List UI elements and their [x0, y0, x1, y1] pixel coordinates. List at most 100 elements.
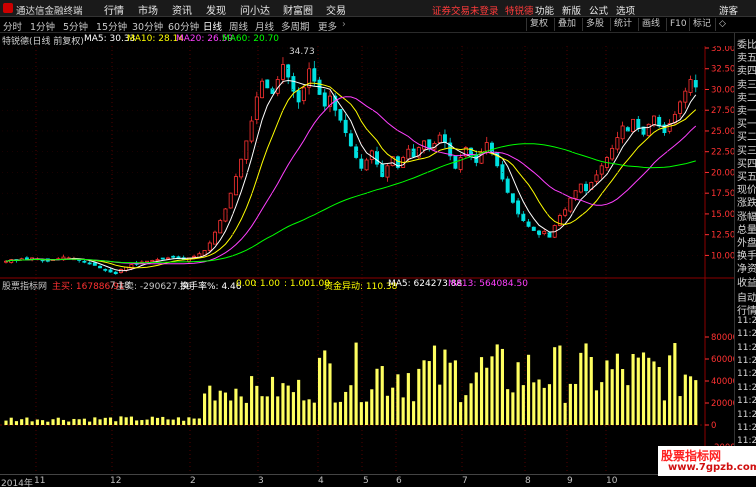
date-label: 2014年 [1, 479, 33, 487]
candle-body [526, 221, 531, 227]
period-weekly[interactable]: 周线 [229, 19, 248, 33]
volume-bar [668, 355, 672, 425]
volume-bars [4, 342, 698, 425]
ma60-value: MA60: 20.70 [222, 34, 280, 44]
date-label: 4 [318, 476, 324, 486]
price-info-bar: 特锐德(日线 前复权) MA5: 30.33 MA10: 28.14 MA20:… [0, 33, 705, 47]
draw-line-button[interactable]: 画线 [638, 18, 663, 31]
price-tick-label: 17.50 [711, 189, 734, 199]
login-warning[interactable]: 证券交易未登录 [432, 3, 499, 17]
menu-item-markets[interactable]: 市场 [138, 2, 158, 17]
date-label: 10 [606, 476, 618, 486]
menu-item-news[interactable]: 资讯 [172, 2, 192, 17]
candle-body [563, 209, 568, 216]
period-1min[interactable]: 1分钟 [30, 19, 55, 33]
volume-bar [647, 357, 651, 425]
menu-item-discover[interactable]: 发现 [206, 2, 226, 17]
date-label: 3 [258, 476, 264, 486]
stats-button[interactable]: 统计 [610, 18, 635, 31]
volume-bar [234, 388, 238, 425]
volume-axis: 800006000040000200000-20000 [705, 333, 734, 453]
volume-bar [51, 419, 55, 425]
volume-bar [474, 372, 478, 425]
adjust-button[interactable]: 复权 [526, 18, 551, 31]
menu-item-function[interactable]: 功能 [535, 3, 554, 17]
menu-item-new[interactable]: 新版 [562, 3, 581, 17]
volume-bar [20, 419, 24, 425]
volume-bar [297, 379, 301, 425]
period-monthly[interactable]: 月线 [255, 19, 274, 33]
volume-bar [30, 421, 34, 425]
volume-bar [223, 392, 228, 425]
period-minute[interactable]: 分时 [3, 19, 22, 33]
volume-bar [479, 357, 484, 425]
volume-bar [67, 421, 71, 425]
volume-bar [574, 383, 578, 425]
menu-item-market[interactable]: 行情 [104, 2, 124, 17]
candle-body [615, 137, 620, 150]
side-panel-label: 11:29 [737, 423, 756, 433]
candle-body [160, 257, 165, 260]
volume-bar [432, 345, 437, 425]
volume-bar [218, 390, 222, 425]
period-15min[interactable]: 15分钟 [96, 19, 127, 33]
candle-body [422, 140, 427, 150]
menu-item-assistant[interactable]: 问小达 [240, 2, 270, 17]
menu-item-guest[interactable]: 游客 [719, 3, 738, 17]
period-60min[interactable]: 60分钟 [168, 19, 199, 33]
candle-body [646, 123, 651, 137]
quote-side-panel[interactable]: 委比 卖五 卖四 卖三 卖二 卖一 买一 买二 买三 买四 买五 现价 涨跌 涨幅 总量 外盘 换手 净资 收益 自动… [734, 33, 756, 473]
side-panel-label: 11:29 [737, 342, 756, 353]
volume-bar [448, 362, 452, 425]
volume-bar [553, 347, 557, 425]
volume-bar [197, 418, 201, 425]
volume-bar [14, 421, 19, 425]
volume-bar [641, 352, 646, 425]
volume-bar [161, 416, 165, 425]
period-daily[interactable]: 日线 [203, 19, 222, 33]
period-5min[interactable]: 5分钟 [63, 19, 88, 33]
candle-body [610, 147, 615, 160]
candle-body [490, 142, 494, 153]
menu-item-wealth[interactable]: 财富圈 [283, 2, 313, 17]
candle-body [98, 265, 103, 269]
dropdown-chevron-icon[interactable]: › [342, 19, 346, 30]
volume-bar [265, 396, 269, 425]
multi-stock-button[interactable]: 多股 [582, 18, 607, 31]
side-panel-label: 11:29 [737, 356, 756, 366]
diamond-icon[interactable]: ◇ [715, 18, 729, 31]
period-more[interactable]: 更多 [318, 19, 337, 33]
indicator-name: 股票指标网 [2, 282, 48, 292]
volume-bar [124, 417, 128, 425]
candle-body [150, 259, 155, 263]
volume-bar [600, 382, 604, 425]
period-toolbar: 分时 1分钟 5分钟 15分钟 30分钟 60分钟 日线 周线 月线 多周期 更… [0, 17, 756, 33]
volume-bar [370, 389, 374, 425]
price-tick-label: 32.50 [711, 65, 734, 75]
volume-tick-label: 40000 [711, 377, 734, 387]
volume-bar [662, 400, 666, 425]
mark-button[interactable]: 标记 [689, 18, 714, 31]
candle-body [442, 134, 447, 143]
volume-info-bar: 股票指标网 主买: 167886.91 主卖: -290627.56 换手率%:… [0, 278, 705, 292]
volume-bar [103, 417, 107, 425]
turnover-value: 换手率%: 4.46 [180, 282, 242, 292]
candle-body [233, 176, 238, 196]
volume-bar [114, 421, 118, 425]
period-30min[interactable]: 30分钟 [132, 19, 163, 33]
kline-chart[interactable]: 35.00 32.50 30.00 27.50 25.00 22.50 20.00 17.50… [0, 46, 734, 474]
menu-item-trade[interactable]: 交易 [326, 2, 346, 17]
volume-bar [610, 369, 614, 425]
menu-item-options[interactable]: 选项 [616, 3, 635, 17]
period-multi[interactable]: 多周期 [281, 19, 310, 33]
volume-bar [657, 367, 661, 425]
volume-bar [140, 420, 144, 425]
candle-body [92, 262, 97, 266]
candlestick-series [4, 57, 698, 275]
menu-item-formula[interactable]: 公式 [589, 3, 608, 17]
volume-bar [526, 354, 531, 425]
f10-button[interactable]: F10 [666, 18, 690, 31]
volume-bar [688, 376, 693, 425]
overlay-button[interactable]: 叠加 [554, 18, 579, 31]
candle-body [254, 96, 259, 120]
